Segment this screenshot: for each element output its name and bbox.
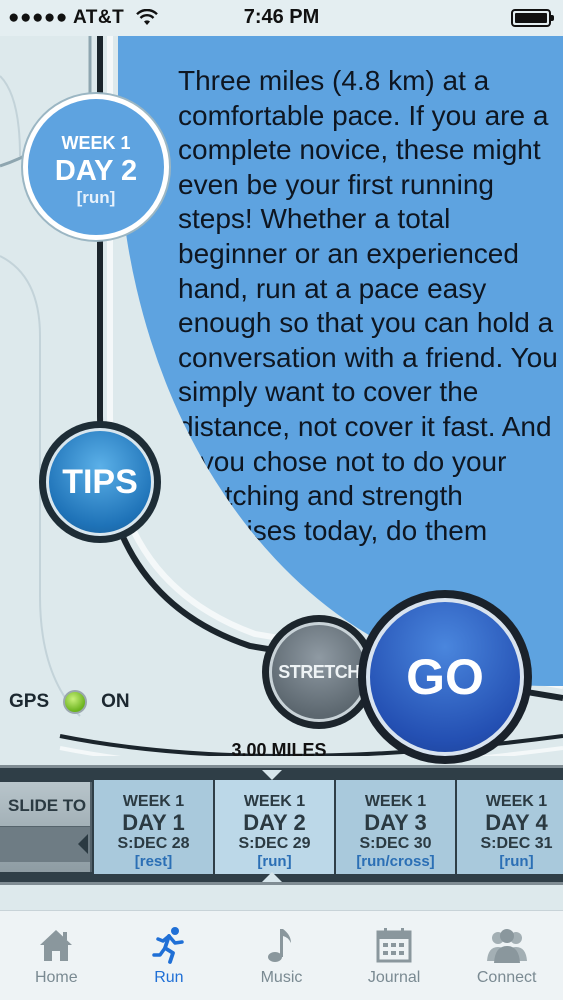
current-day-badge: WEEK 1 DAY 2 [run]	[23, 94, 169, 240]
day-cell-day: DAY 2	[243, 810, 306, 835]
day-cell-week: WEEK 1	[364, 793, 427, 810]
stretch-button-label: STRETCH	[278, 661, 360, 682]
tab-run[interactable]: Run	[113, 911, 226, 1000]
day-cell-day: DAY 4	[485, 810, 548, 835]
tab-label: Music	[260, 969, 303, 986]
badge-day: DAY 2	[54, 155, 138, 187]
day-cell-4[interactable]: WEEK 1 DAY 4 S:DEC 31 [run]	[455, 780, 563, 874]
slide-to-label: SLIDE TO	[8, 796, 87, 815]
day-cell-type: [run]	[499, 853, 534, 870]
gps-state: ON	[101, 691, 130, 712]
day-cell-type: [run]	[257, 853, 292, 870]
workout-description-panel: Three miles (4.8 km) at a comfortable pa…	[118, 36, 563, 686]
go-button[interactable]: GO	[358, 590, 532, 764]
tab-label: Journal	[367, 969, 421, 986]
stretch-button-face: STRETCH	[269, 622, 369, 722]
status-bar: ●●●●● AT&T 7:46 PM	[0, 0, 563, 36]
day-cell-2[interactable]: WEEK 1 DAY 2 S:DEC 29 [run]	[213, 780, 334, 874]
day-cell-start-date: S:DEC 30	[359, 835, 432, 852]
tab-journal[interactable]: Journal	[338, 911, 451, 1000]
day-cell-start-date: S:DEC 28	[117, 835, 190, 852]
music-note-icon	[268, 929, 292, 962]
day-cell-week: WEEK 1	[485, 793, 548, 810]
day-cell-type: [rest]	[134, 853, 173, 870]
slide-arrow-icon	[78, 834, 88, 854]
people-icon	[486, 929, 527, 963]
day-cell-3[interactable]: WEEK 1 DAY 3 S:DEC 30 [run/cross]	[334, 780, 455, 874]
home-icon	[40, 930, 73, 961]
status-time: 7:46 PM	[243, 6, 320, 28]
workout-description-text[interactable]: Three miles (4.8 km) at a comfortable pa…	[178, 64, 560, 606]
day-cell-day: DAY 3	[364, 810, 427, 835]
gps-indicator-icon	[63, 690, 88, 714]
day-selector-strip[interactable]: SLIDE TO WEEK 1 DAY 1 S:DEC 28 [rest] WE…	[0, 765, 563, 885]
selected-day-marker-bottom	[262, 872, 282, 882]
day-cell-1[interactable]: WEEK 1 DAY 1 S:DEC 28 [rest]	[92, 780, 213, 874]
tab-label: Run	[154, 969, 184, 986]
badge-week: WEEK 1	[61, 133, 131, 153]
day-cell-start-date: S:DEC 31	[480, 835, 553, 852]
go-button-label: GO	[406, 649, 484, 705]
day-cell-start-date: S:DEC 29	[238, 835, 311, 852]
tips-button-face: TIPS	[46, 428, 154, 536]
day-cell-week: WEEK 1	[243, 793, 306, 810]
tab-music[interactable]: Music	[225, 911, 338, 1000]
go-button-face: GO	[366, 598, 524, 756]
tab-connect[interactable]: Connect	[450, 911, 563, 1000]
slide-to-control[interactable]: SLIDE TO	[0, 782, 92, 872]
day-cell-week: WEEK 1	[122, 793, 185, 810]
tips-button-label: TIPS	[62, 462, 138, 501]
runner-icon	[152, 927, 184, 964]
battery-icon	[511, 9, 554, 27]
tab-label: Home	[34, 969, 78, 986]
day-cell-type: [run/cross]	[356, 853, 435, 870]
gps-status[interactable]: GPS ON	[9, 688, 130, 716]
day-cell-day: DAY 1	[122, 810, 185, 835]
badge-workout-type: [run]	[76, 188, 116, 207]
tab-label: Connect	[476, 969, 537, 986]
tips-button[interactable]: TIPS	[39, 421, 161, 543]
selected-day-marker-top	[262, 770, 282, 780]
distance-label: 3.00 MILES	[231, 740, 327, 760]
calendar-icon	[376, 928, 412, 963]
tab-bar: Home Run Music Journal Connect	[0, 910, 563, 1000]
day-cells: WEEK 1 DAY 1 S:DEC 28 [rest] WEEK 1 DAY …	[92, 780, 563, 874]
tab-home[interactable]: Home	[0, 911, 113, 1000]
gps-label: GPS	[9, 691, 50, 712]
